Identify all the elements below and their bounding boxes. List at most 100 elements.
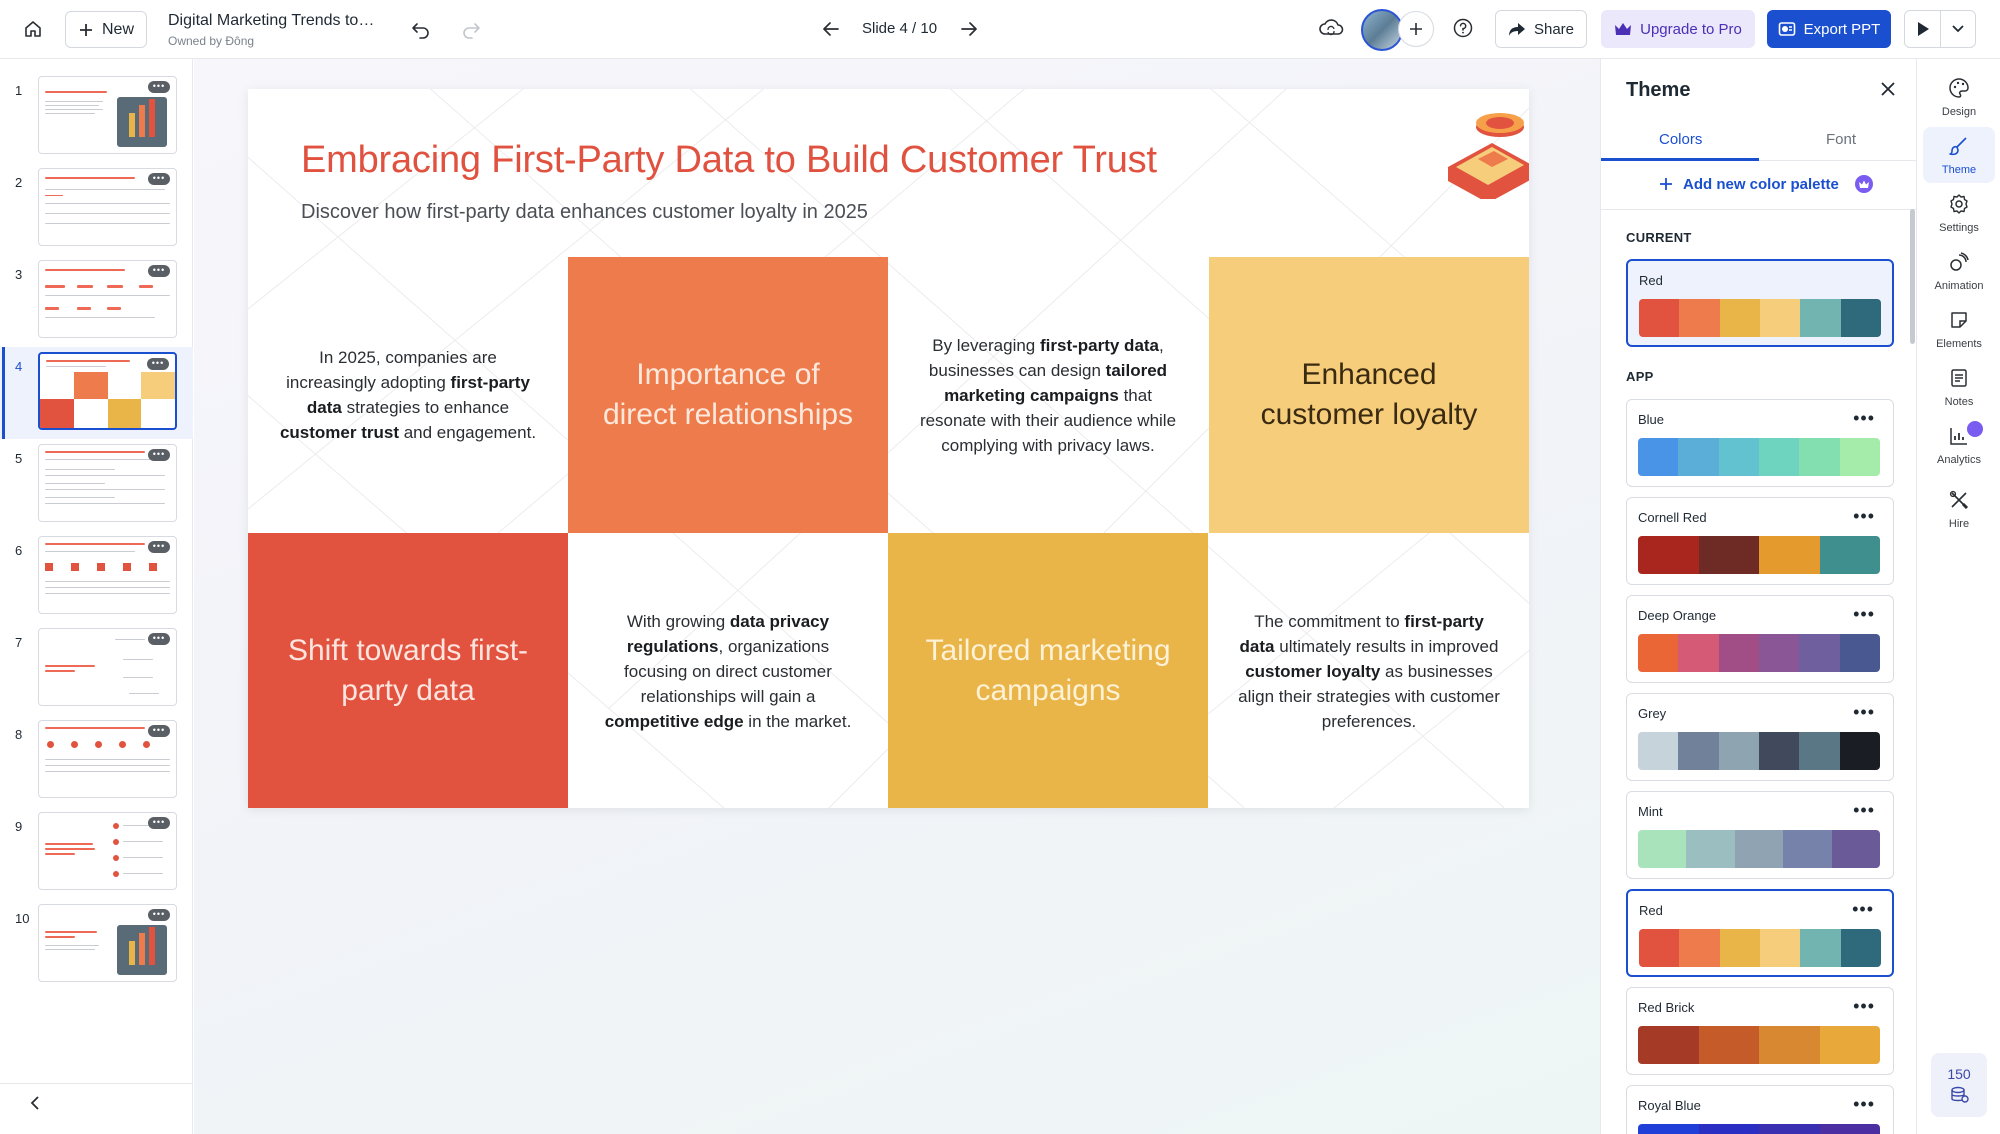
previous-slide-button[interactable] — [820, 18, 842, 45]
thumbnail-more-icon[interactable]: ••• — [148, 81, 170, 93]
rail-hire[interactable]: Hire — [1923, 481, 1995, 537]
thumbnail-more-icon[interactable]: ••• — [148, 725, 170, 737]
rail-label: Settings — [1939, 222, 1979, 234]
grid-cell-heading-loyalty[interactable]: Enhanced customer loyalty — [1209, 257, 1529, 533]
cloud-sync-button[interactable] — [1318, 17, 1344, 44]
rail-elements[interactable]: Elements — [1923, 301, 1995, 357]
thumbnail-more-icon[interactable]: ••• — [148, 817, 170, 829]
user-avatar[interactable] — [1361, 9, 1403, 51]
palette-card-blue[interactable]: Blue ••• — [1626, 399, 1894, 487]
slide-thumbnail-1[interactable]: 1 ••• — [0, 71, 193, 163]
slide-subtitle[interactable]: Discover how first-party data enhances c… — [301, 201, 868, 224]
add-color-palette-button[interactable]: Add new color palette — [1659, 175, 1873, 193]
thumbnail-more-icon[interactable]: ••• — [148, 633, 170, 645]
palette-card-cornell-red[interactable]: Cornell Red ••• — [1626, 497, 1894, 585]
thumbnail-more-icon[interactable]: ••• — [148, 449, 170, 461]
present-control — [1904, 10, 1976, 48]
palette-more-icon[interactable]: ••• — [1853, 604, 1875, 625]
grid-cell-heading-shift[interactable]: Shift towards first-party data — [248, 533, 568, 808]
tab-colors[interactable]: Colors — [1659, 131, 1702, 148]
next-slide-button[interactable] — [958, 18, 980, 45]
share-icon — [1508, 23, 1525, 36]
present-button[interactable] — [1905, 11, 1941, 47]
invite-collaborator-button[interactable] — [1398, 11, 1434, 47]
palette-swatches — [1639, 929, 1881, 967]
thumbnail-more-icon[interactable]: ••• — [147, 358, 169, 370]
brush-icon — [1949, 137, 1967, 156]
thumbnail-more-icon[interactable]: ••• — [148, 909, 170, 921]
pro-badge-icon — [1967, 421, 1983, 437]
slide-thumbnail-10[interactable]: 10 ••• — [0, 899, 193, 991]
thumbnail-more-icon[interactable]: ••• — [148, 541, 170, 553]
collapse-panel-button[interactable] — [28, 1095, 42, 1116]
plus-icon — [1660, 178, 1672, 190]
redo-button[interactable] — [460, 18, 482, 45]
rail-settings[interactable]: Settings — [1923, 185, 1995, 241]
grid-cell-text-1[interactable]: In 2025, companies are increasingly adop… — [248, 257, 568, 533]
thumbnail-more-icon[interactable]: ••• — [148, 265, 170, 277]
slide-title[interactable]: Embracing First-Party Data to Build Cust… — [301, 139, 1157, 182]
slide-preview: ••• — [38, 812, 177, 890]
rail-animation[interactable]: Animation — [1923, 243, 1995, 299]
rail-analytics[interactable]: Analytics — [1923, 417, 1995, 473]
slide-thumbnail-5[interactable]: 5 ••• — [0, 439, 193, 531]
slide-preview: ••• — [38, 904, 177, 982]
palette-more-icon[interactable]: ••• — [1853, 506, 1875, 527]
palette-more-icon[interactable]: ••• — [1853, 702, 1875, 723]
slide-thumbnail-6[interactable]: 6 ••• — [0, 531, 193, 623]
slide-thumbnail-8[interactable]: 8 ••• — [0, 715, 193, 807]
palette-more-icon[interactable]: ••• — [1853, 800, 1875, 821]
palette-card-red[interactable]: Red ••• — [1626, 889, 1894, 977]
home-icon — [25, 21, 41, 37]
credits-counter[interactable]: 150 — [1931, 1053, 1987, 1117]
undo-button[interactable] — [410, 18, 432, 45]
animation-icon — [1950, 252, 1969, 271]
slide-thumbnail-7[interactable]: 7 ••• — [0, 623, 193, 715]
grid-cell-text-2[interactable]: By leveraging first-party data, business… — [888, 257, 1208, 533]
palette-swatches — [1638, 830, 1880, 868]
home-button[interactable] — [20, 16, 46, 42]
slide-thumbnail-4[interactable]: 4 ••• — [0, 347, 193, 439]
grid-cell-heading-importance[interactable]: Importance of direct relationships — [568, 257, 888, 533]
document-title[interactable]: Digital Marketing Trends to W... — [168, 12, 378, 30]
slide-preview: ••• — [38, 168, 177, 246]
palette-name: Cornell Red — [1638, 510, 1707, 525]
slide-number: 2 — [15, 175, 23, 190]
palette-name: Grey — [1638, 706, 1667, 721]
export-ppt-button[interactable]: Export PPT — [1767, 10, 1891, 48]
share-button[interactable]: Share — [1495, 10, 1587, 48]
palette-card-mint[interactable]: Mint ••• — [1626, 791, 1894, 879]
new-button[interactable]: New — [65, 11, 147, 48]
slide-4[interactable]: Embracing First-Party Data to Build Cust… — [248, 89, 1529, 808]
thumbnail-more-icon[interactable]: ••• — [148, 173, 170, 185]
slide-thumbnail-9[interactable]: 9 ••• — [0, 807, 193, 899]
palette-card-current[interactable]: Red — [1626, 259, 1894, 347]
upgrade-to-pro-button[interactable]: Upgrade to Pro — [1601, 10, 1755, 48]
palette-more-icon[interactable]: ••• — [1853, 408, 1875, 429]
rail-design[interactable]: Design — [1923, 69, 1995, 125]
help-button[interactable] — [1452, 17, 1474, 44]
document-title-block[interactable]: Digital Marketing Trends to W... Owned b… — [168, 12, 408, 48]
palette-card-red-brick[interactable]: Red Brick ••• — [1626, 987, 1894, 1075]
palette-more-icon[interactable]: ••• — [1852, 899, 1874, 920]
tab-font[interactable]: Font — [1826, 131, 1856, 148]
grid-cell-text-3[interactable]: With growing data privacy regulations, o… — [568, 533, 888, 808]
palette-card-royal-blue[interactable]: Royal Blue ••• — [1626, 1085, 1894, 1134]
palette-card-deep-orange[interactable]: Deep Orange ••• — [1626, 595, 1894, 683]
palette-more-icon[interactable]: ••• — [1853, 1094, 1875, 1115]
palette-card-grey[interactable]: Grey ••• — [1626, 693, 1894, 781]
grid-cell-text-4[interactable]: The commitment to first-party data ultim… — [1209, 533, 1529, 808]
grid-cell-heading-tailored[interactable]: Tailored marketing campaigns — [888, 533, 1208, 808]
rail-label: Analytics — [1936, 454, 1982, 466]
rail-notes[interactable]: Notes — [1923, 359, 1995, 415]
close-panel-button[interactable] — [1880, 81, 1896, 102]
panel-scrollbar[interactable] — [1910, 209, 1915, 344]
rail-label: Notes — [1944, 396, 1974, 408]
powerpoint-icon — [1778, 22, 1795, 36]
slide-thumbnail-2[interactable]: 2 ••• — [0, 163, 193, 255]
present-options-dropdown[interactable] — [1941, 11, 1975, 47]
document-owner: Owned by Đông — [168, 34, 255, 48]
rail-theme[interactable]: Theme — [1923, 127, 1995, 183]
slide-thumbnail-3[interactable]: 3 ••• — [0, 255, 193, 347]
palette-more-icon[interactable]: ••• — [1853, 996, 1875, 1017]
